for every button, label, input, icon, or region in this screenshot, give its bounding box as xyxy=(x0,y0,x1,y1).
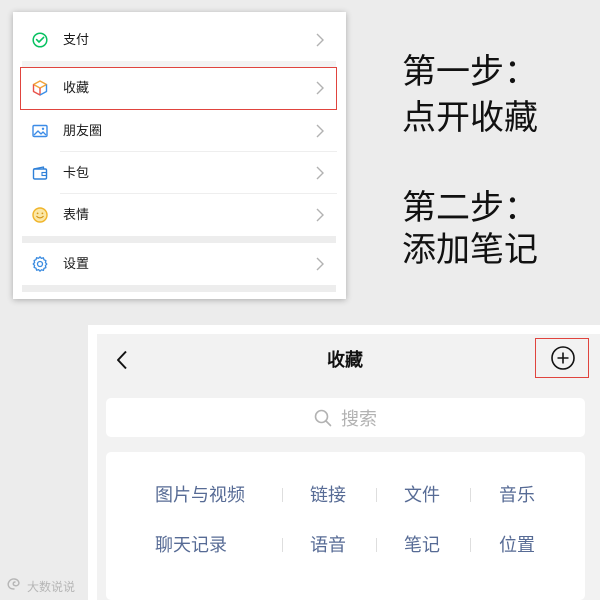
menu-item-label: 支付 xyxy=(63,32,90,47)
category-files[interactable]: 文件 xyxy=(392,483,452,507)
menu-item-settings[interactable]: 设置 xyxy=(20,243,337,285)
category-links[interactable]: 链接 xyxy=(298,483,358,507)
watermark-logo-icon xyxy=(5,577,23,596)
menu-item-label: 设置 xyxy=(63,256,90,271)
search-bar[interactable]: 搜索 xyxy=(106,398,585,437)
search-placeholder: 搜索 xyxy=(341,408,377,429)
page-title: 收藏 xyxy=(327,350,363,370)
menu-item-stickers[interactable]: 表情 xyxy=(20,194,337,236)
group-divider xyxy=(22,285,336,292)
category-location[interactable]: 位置 xyxy=(487,533,547,557)
menu-item-pay[interactable]: 支付 xyxy=(20,19,337,61)
card-wallet-icon xyxy=(31,164,49,182)
category-separator xyxy=(282,538,283,552)
watermark-text: 大数说说 xyxy=(27,580,76,594)
highlight-box-favorites xyxy=(20,67,337,110)
menu-item-card-wallet[interactable]: 卡包 xyxy=(20,152,337,194)
chevron-right-icon xyxy=(316,166,324,180)
watermark: 大数说说 xyxy=(5,577,75,596)
menu-item-label: 表情 xyxy=(63,207,90,222)
step1-text: 点开收藏 xyxy=(402,99,538,137)
menu-item-label: 卡包 xyxy=(63,165,90,180)
category-chat-history[interactable]: 聊天记录 xyxy=(155,533,227,557)
category-notes[interactable]: 笔记 xyxy=(392,533,452,557)
tutorial-image: 支付 收藏 朋友圈 卡包 表情 设置 第一步： 点开收藏 第二步： 添加笔记 收… xyxy=(0,0,600,600)
back-chevron-icon[interactable] xyxy=(116,350,128,370)
category-separator xyxy=(376,488,377,502)
group-divider xyxy=(22,236,336,243)
moments-photo-icon xyxy=(31,122,49,140)
menu-item-label: 朋友圈 xyxy=(63,123,103,138)
chevron-right-icon xyxy=(316,124,324,138)
category-music[interactable]: 音乐 xyxy=(487,483,547,507)
step2-title: 第二步： xyxy=(402,189,538,227)
favorites-screen-screenshot: 收藏 搜索 图片与视频 链接 文件 音乐 聊天记录 语音 笔记 位置 xyxy=(88,325,600,600)
step2-text: 添加笔记 xyxy=(402,231,538,269)
category-card: 图片与视频 链接 文件 音乐 聊天记录 语音 笔记 位置 xyxy=(106,452,585,600)
menu-item-moments[interactable]: 朋友圈 xyxy=(20,110,337,152)
category-separator xyxy=(376,538,377,552)
category-photos-videos[interactable]: 图片与视频 xyxy=(155,483,245,507)
category-separator xyxy=(282,488,283,502)
search-icon xyxy=(314,409,332,427)
step1-title: 第一步： xyxy=(402,53,538,91)
category-voice[interactable]: 语音 xyxy=(298,533,358,557)
category-separator xyxy=(470,488,471,502)
chevron-right-icon xyxy=(316,208,324,222)
settings-gear-icon xyxy=(31,255,49,273)
wechat-me-menu-screenshot: 支付 收藏 朋友圈 卡包 表情 设置 xyxy=(13,12,346,299)
highlight-box-add xyxy=(535,338,589,378)
sticker-smiley-icon xyxy=(31,206,49,224)
wechat-pay-icon xyxy=(31,31,49,49)
chevron-right-icon xyxy=(316,33,324,47)
favorites-screen: 收藏 搜索 图片与视频 链接 文件 音乐 聊天记录 语音 笔记 位置 xyxy=(97,334,600,600)
category-separator xyxy=(470,538,471,552)
chevron-right-icon xyxy=(316,257,324,271)
